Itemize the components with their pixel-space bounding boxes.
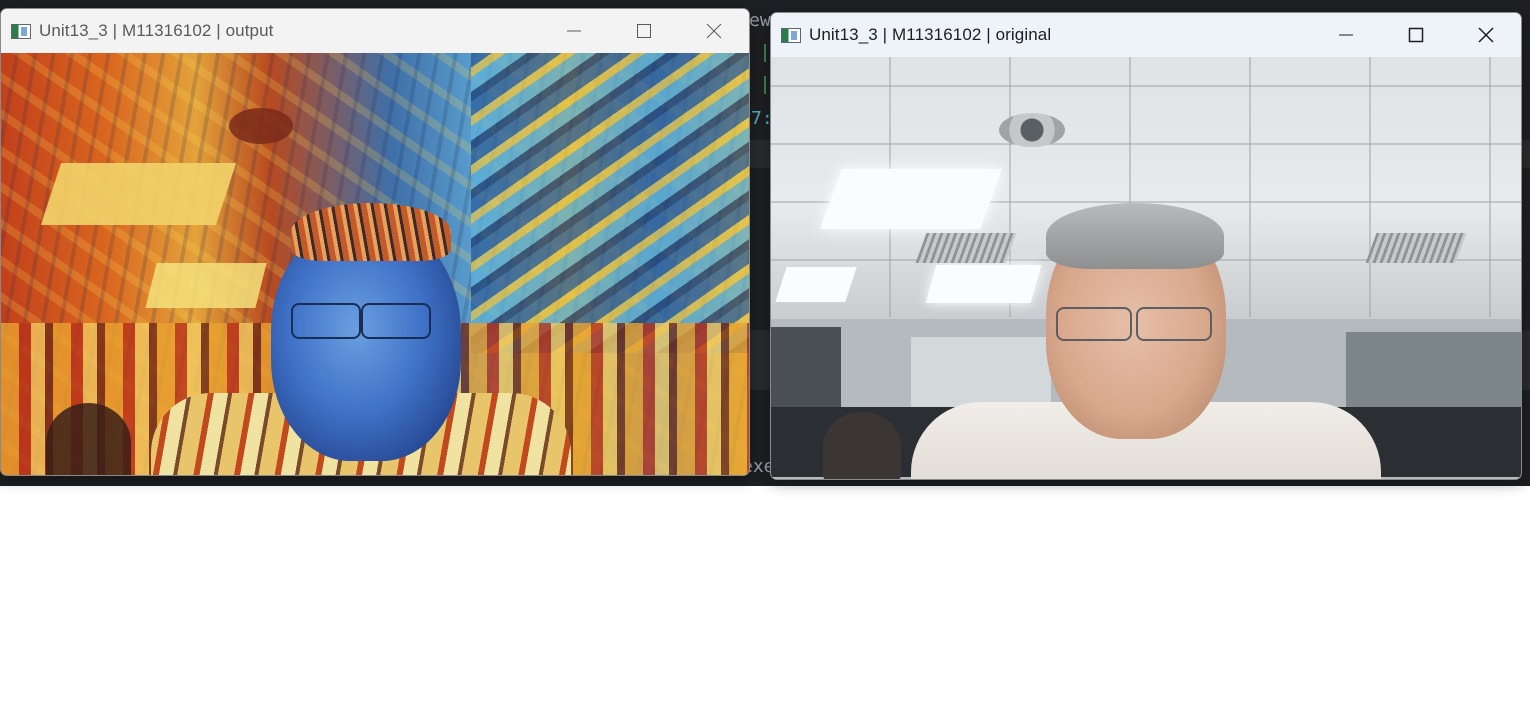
- ceiling-light: [925, 265, 1042, 303]
- minimize-icon: [567, 30, 581, 32]
- ceiling-speaker: [999, 113, 1065, 147]
- editor-gutter-marker: [764, 76, 766, 94]
- stylized-ceiling-speaker: [229, 108, 293, 144]
- ceiling-vent: [1365, 233, 1467, 263]
- close-icon: [706, 23, 722, 39]
- person-glasses-lens: [1056, 307, 1132, 341]
- stylized-ceiling-texture: [471, 53, 749, 353]
- output-window[interactable]: Unit13_3 | M11316102 | output: [0, 8, 750, 476]
- stylized-background-person: [46, 403, 131, 475]
- original-maximize-button[interactable]: [1381, 13, 1451, 57]
- output-maximize-button[interactable]: [609, 9, 679, 53]
- stylized-light-panel: [145, 263, 267, 308]
- output-window-titlebar[interactable]: Unit13_3 | M11316102 | output: [1, 9, 749, 53]
- ceiling-vent: [915, 233, 1017, 263]
- close-icon: [1478, 27, 1494, 43]
- person-hair: [1046, 203, 1224, 269]
- ceiling-light: [820, 169, 1002, 229]
- maximize-icon: [1408, 27, 1424, 43]
- maximize-icon: [637, 24, 651, 38]
- output-minimize-button[interactable]: [539, 9, 609, 53]
- original-window-titlebar[interactable]: Unit13_3 | M11316102 | original: [771, 13, 1521, 57]
- window-app-icon: [781, 27, 801, 43]
- output-close-button[interactable]: [679, 9, 749, 53]
- person-glasses-lens: [1136, 307, 1212, 341]
- background-person: [823, 412, 901, 479]
- stylized-glasses-lens: [291, 303, 361, 339]
- output-window-controls: [539, 9, 749, 53]
- stylized-glasses-lens: [361, 303, 431, 339]
- original-window-title: Unit13_3 | M11316102 | original: [809, 25, 1052, 44]
- stylized-light-panel: [40, 163, 237, 225]
- editor-code-fragment: ew: [749, 10, 771, 31]
- editor-gutter-marker: [764, 44, 766, 62]
- ceiling-light: [775, 267, 857, 302]
- original-minimize-button[interactable]: [1311, 13, 1381, 57]
- output-window-title: Unit13_3 | M11316102 | output: [39, 21, 274, 40]
- original-window-controls: [1311, 13, 1521, 57]
- stylized-person-hair: [291, 203, 451, 261]
- original-close-button[interactable]: [1451, 13, 1521, 57]
- window-app-icon: [11, 23, 31, 39]
- original-window[interactable]: Unit13_3 | M11316102 | original: [770, 12, 1522, 480]
- output-stylized-frame: [1, 53, 749, 475]
- original-camera-frame: [771, 57, 1521, 479]
- minimize-icon: [1339, 34, 1353, 36]
